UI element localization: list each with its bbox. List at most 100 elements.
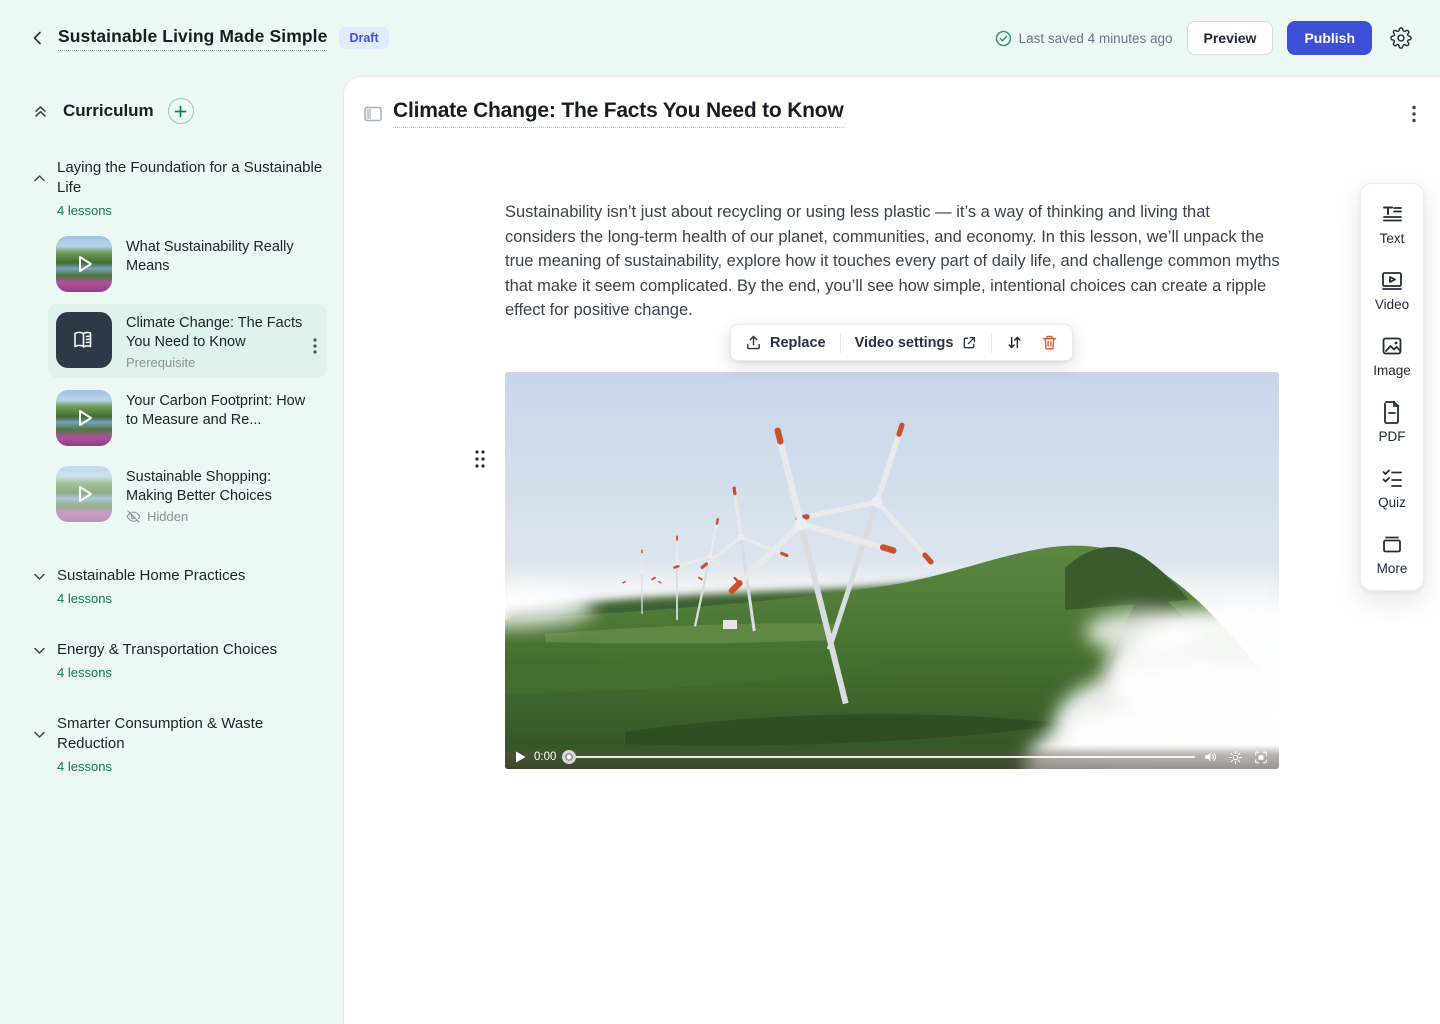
upload-icon	[745, 334, 762, 351]
lesson-body-text[interactable]: Sustainability isn’t just about recyclin…	[505, 200, 1281, 323]
video-settings-button[interactable]: Video settings	[851, 335, 982, 351]
lesson-title: Sustainable Shopping: Making Better Choi…	[126, 468, 319, 506]
scrubber-handle[interactable]	[562, 750, 576, 764]
video-progress-bar[interactable]	[564, 750, 1195, 764]
chevron-down-icon	[32, 727, 57, 742]
add-quiz-block[interactable]: Quiz	[1378, 466, 1406, 510]
tool-label: Quiz	[1378, 495, 1406, 510]
tool-label: Video	[1375, 297, 1409, 312]
lesson-count: 4 lessons	[57, 759, 329, 774]
block-drag-handle[interactable]	[474, 449, 486, 469]
lesson-meta: Prerequisite	[126, 355, 319, 370]
video-settings-label: Video settings	[855, 335, 954, 351]
add-pdf-block[interactable]: PDF	[1379, 400, 1406, 444]
video-block-toolbar: Replace Video settings	[730, 324, 1073, 361]
section-title: Laying the Foundation for a Sustainable …	[57, 158, 329, 198]
video-thumbnail	[56, 390, 112, 446]
add-section-button[interactable]	[168, 98, 194, 124]
collapse-all-icon[interactable]	[32, 103, 49, 120]
lesson-title: What Sustainability Really Means	[126, 238, 319, 276]
lesson-count: 4 lessons	[57, 665, 329, 680]
lesson-editor: Climate Change: The Facts You Need to Kn…	[343, 76, 1440, 1024]
external-link-icon	[961, 335, 977, 351]
video-frame-wind-turbines	[505, 372, 1279, 769]
eye-off-icon	[126, 509, 141, 524]
section-header[interactable]: Laying the Foundation for a Sustainable …	[32, 158, 329, 218]
divider	[840, 333, 841, 353]
add-text-block[interactable]: Text	[1380, 202, 1405, 246]
lesson-options-kebab[interactable]	[1408, 101, 1420, 127]
add-image-block[interactable]: Image	[1373, 334, 1411, 378]
course-title[interactable]: Sustainable Living Made Simple	[58, 26, 327, 51]
topbar-actions: Last saved 4 minutes ago Preview Publish	[995, 21, 1416, 55]
video-thumbnail	[56, 466, 112, 522]
lesson-meta: Hidden	[126, 509, 319, 524]
section-header[interactable]: Sustainable Home Practices 4 lessons	[32, 566, 329, 606]
save-status: Last saved 4 minutes ago	[995, 30, 1173, 47]
delete-block-button[interactable]	[1037, 334, 1062, 351]
chevron-up-icon	[32, 171, 57, 186]
move-block-button[interactable]	[1002, 334, 1027, 351]
settings-button[interactable]	[1386, 23, 1416, 53]
lesson-item-hidden[interactable]: Sustainable Shopping: Making Better Choi…	[48, 458, 327, 532]
chevron-down-icon	[32, 643, 57, 658]
section-header[interactable]: Smarter Consumption & Waste Reduction 4 …	[32, 714, 329, 774]
sidebar-toggle-icon[interactable]	[363, 104, 383, 124]
curriculum-section: Laying the Foundation for a Sustainable …	[32, 158, 329, 532]
play-button[interactable]	[515, 751, 526, 763]
text-block-icon	[1380, 202, 1404, 226]
chevron-down-icon	[32, 569, 57, 584]
lesson-count: 4 lessons	[57, 591, 329, 606]
tool-label: Text	[1380, 231, 1405, 246]
quality-settings-button[interactable]	[1228, 750, 1243, 765]
tool-label: PDF	[1379, 429, 1406, 444]
progress-line	[564, 756, 1195, 759]
replace-button[interactable]: Replace	[741, 334, 830, 351]
curriculum-section: Energy & Transportation Choices 4 lesson…	[32, 640, 329, 680]
lesson-count: 4 lessons	[57, 203, 329, 218]
section-title: Energy & Transportation Choices	[57, 640, 329, 660]
fullscreen-button[interactable]	[1253, 750, 1269, 765]
gear-icon	[1390, 27, 1412, 49]
lesson-title: Your Carbon Footprint: How to Measure an…	[126, 392, 319, 430]
pdf-block-icon	[1380, 400, 1404, 424]
lesson-title[interactable]: Climate Change: The Facts You Need to Kn…	[393, 99, 844, 128]
lesson-item[interactable]: Your Carbon Footprint: How to Measure an…	[48, 382, 327, 454]
curriculum-section: Sustainable Home Practices 4 lessons	[32, 566, 329, 606]
publish-button[interactable]: Publish	[1287, 21, 1372, 55]
play-icon	[56, 236, 112, 292]
tool-label: More	[1377, 561, 1408, 576]
section-title: Sustainable Home Practices	[57, 566, 329, 586]
section-title: Smarter Consumption & Waste Reduction	[57, 714, 329, 754]
play-icon	[56, 390, 112, 446]
video-current-time: 0:00	[534, 751, 556, 763]
sort-arrows-icon	[1006, 334, 1023, 351]
preview-button[interactable]: Preview	[1187, 21, 1274, 55]
video-player[interactable]: 0:00	[505, 372, 1279, 769]
lesson-title: Climate Change: The Facts You Need to Kn…	[126, 314, 319, 352]
hidden-label: Hidden	[147, 509, 188, 524]
play-icon	[56, 466, 112, 522]
topbar: Sustainable Living Made Simple Draft Las…	[0, 0, 1440, 76]
content-blocks-panel: Text Video Image PDF Quiz	[1360, 183, 1424, 591]
more-blocks-icon	[1380, 532, 1404, 556]
status-badge: Draft	[339, 27, 388, 49]
video-block-icon	[1380, 268, 1404, 292]
tool-label: Image	[1373, 363, 1411, 378]
more-blocks[interactable]: More	[1377, 532, 1408, 576]
image-block-icon	[1380, 334, 1404, 358]
lesson-item[interactable]: What Sustainability Really Means	[48, 228, 327, 300]
lesson-item-selected[interactable]: Climate Change: The Facts You Need to Kn…	[48, 304, 327, 378]
curriculum-sidebar: Curriculum Laying the Foundation for a S…	[0, 76, 343, 1024]
add-video-block[interactable]: Video	[1375, 268, 1409, 312]
volume-button[interactable]	[1203, 750, 1218, 764]
curriculum-section: Smarter Consumption & Waste Reduction 4 …	[32, 714, 329, 774]
lesson-kebab-menu[interactable]	[313, 338, 317, 354]
check-circle-icon	[995, 30, 1012, 47]
last-saved-text: Last saved 4 minutes ago	[1019, 31, 1173, 46]
back-button[interactable]	[24, 24, 52, 52]
section-header[interactable]: Energy & Transportation Choices 4 lesson…	[32, 640, 329, 680]
chevron-left-icon	[29, 29, 47, 47]
divider	[991, 333, 992, 353]
quiz-block-icon	[1380, 466, 1404, 490]
